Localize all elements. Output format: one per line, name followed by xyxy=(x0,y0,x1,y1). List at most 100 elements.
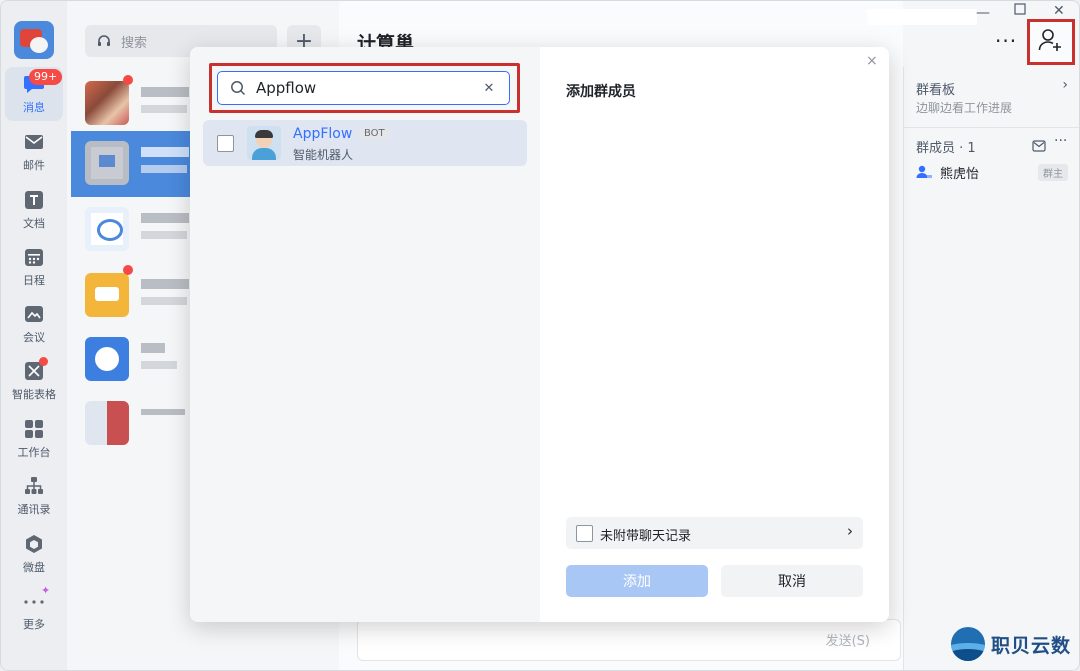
chat-avatar xyxy=(85,141,129,185)
dialog-search-pane: ✕ AppFlow BOT 智能机器人 xyxy=(190,47,540,622)
user-avatar[interactable] xyxy=(14,21,54,59)
group-board-subtitle: 边聊边看工作进展 xyxy=(916,101,1013,115)
member-search-input[interactable] xyxy=(254,78,479,98)
rail-label: 邮件 xyxy=(23,159,45,172)
rail-label: 文档 xyxy=(23,217,45,230)
rail-item-messages[interactable]: 消息 99+ xyxy=(5,67,63,121)
chat-preview-redacted xyxy=(141,165,187,173)
rail-item-contacts[interactable]: 通讯录 xyxy=(5,469,63,523)
chat-preview-redacted xyxy=(141,297,187,305)
document-icon xyxy=(23,189,45,211)
notification-dot xyxy=(123,75,133,85)
member-name[interactable]: 熊虎怡 xyxy=(940,163,979,182)
add-button[interactable]: 添加 xyxy=(566,565,708,597)
search-placeholder: 搜索 xyxy=(121,35,148,51)
chat-avatar xyxy=(85,81,129,125)
chevron-right-icon[interactable]: › xyxy=(847,522,853,540)
attach-history-label: 未附带聊天记录 xyxy=(600,529,692,544)
add-member-dialog: ✕ AppFlow BOT 智能机器人 添加群成员 未附带聊天记录 › 添加 取… xyxy=(190,47,889,622)
chat-preview-redacted xyxy=(141,361,177,369)
chat-preview-redacted xyxy=(141,231,187,239)
chat-name-redacted xyxy=(141,213,189,223)
rail-item-docs[interactable]: 文档 xyxy=(5,183,63,237)
org-chart-icon xyxy=(23,475,45,497)
mail-icon xyxy=(23,131,45,153)
owner-badge: 群主 xyxy=(1038,164,1068,181)
rail-item-mail[interactable]: 邮件 xyxy=(5,125,63,179)
headset-icon xyxy=(97,35,111,47)
rail-label: 工作台 xyxy=(17,446,51,459)
chat-more-button[interactable]: ··· xyxy=(995,29,1017,53)
notification-dot xyxy=(123,265,133,275)
rail-label: 智能表格 xyxy=(12,388,56,401)
rail-label: 通讯录 xyxy=(17,503,51,516)
dialog-selected-pane: 添加群成员 未附带聊天记录 › 添加 取消 xyxy=(540,47,889,622)
chat-name-redacted xyxy=(141,87,189,97)
smart-sheet-icon xyxy=(23,357,48,382)
rail-label: 微盘 xyxy=(23,561,45,574)
meeting-icon xyxy=(23,303,45,325)
chat-name-redacted xyxy=(141,343,165,353)
grid-icon xyxy=(23,418,45,440)
calendar-icon xyxy=(23,246,45,268)
chat-name-redacted xyxy=(141,409,185,415)
result-name: AppFlow xyxy=(293,126,353,142)
watermark: 职贝云数 xyxy=(951,627,1071,661)
chat-name-redacted xyxy=(141,279,189,289)
add-member-button[interactable] xyxy=(1027,19,1075,65)
rail-label: 会议 xyxy=(23,331,45,344)
rail-item-more[interactable]: ✦ 更多 xyxy=(5,584,63,638)
members-more-button[interactable]: ··· xyxy=(1054,133,1067,149)
message-input[interactable]: 发送(S) xyxy=(357,619,901,661)
result-description: 智能机器人 xyxy=(293,148,354,162)
notification-dot xyxy=(39,357,48,366)
mail-icon[interactable] xyxy=(1032,137,1046,152)
rail-item-workbench[interactable]: 工作台 xyxy=(5,412,63,466)
chat-avatar xyxy=(85,401,129,445)
watermark-logo xyxy=(951,627,985,661)
drive-icon xyxy=(23,533,45,555)
add-user-icon xyxy=(1038,28,1064,56)
result-checkbox[interactable] xyxy=(217,135,234,152)
chat-preview-redacted xyxy=(141,105,187,113)
bot-tag: BOT xyxy=(359,127,390,140)
rail-item-drive[interactable]: 微盘 xyxy=(5,527,63,581)
app-window: 消息 99+ 邮件 文档 日程 会议 智能表格 工作台 通讯录 微盘 ✦ 更多 … xyxy=(0,0,1080,671)
more-dots-icon: ✦ xyxy=(23,584,50,612)
chat-avatar xyxy=(85,337,129,381)
sparkle-icon: ✦ xyxy=(41,584,51,597)
watermark-text: 职贝云数 xyxy=(991,634,1072,657)
rail-item-smart-sheet[interactable]: 智能表格 xyxy=(5,354,63,408)
send-button[interactable]: 发送(S) xyxy=(826,630,870,649)
bot-avatar xyxy=(247,126,281,160)
chat-name-redacted xyxy=(141,147,189,157)
unread-badge: 99+ xyxy=(29,69,63,85)
search-icon xyxy=(230,80,246,96)
close-window-button[interactable]: ✕ xyxy=(1053,3,1065,19)
cancel-button[interactable]: 取消 xyxy=(721,565,863,597)
rail-label: 消息 xyxy=(23,101,45,114)
rail-label: 日程 xyxy=(23,274,45,287)
rail-item-meeting[interactable]: 会议 xyxy=(5,297,63,351)
user-icon xyxy=(916,164,932,178)
search-result-item[interactable]: AppFlow BOT 智能机器人 xyxy=(203,120,527,166)
chat-avatar xyxy=(85,207,129,251)
titlebar-redacted xyxy=(867,9,977,25)
minimize-button[interactable]: — xyxy=(976,5,990,21)
clear-search-icon[interactable]: ✕ xyxy=(479,81,499,96)
maximize-button[interactable] xyxy=(1014,3,1026,19)
group-board-title[interactable]: 群看板 xyxy=(916,79,955,98)
rail-label: 更多 xyxy=(23,618,45,631)
attach-history-checkbox[interactable] xyxy=(576,525,593,542)
close-dialog-icon[interactable]: × xyxy=(866,53,878,69)
group-members-label: 群成员 · 1 xyxy=(916,141,976,156)
chat-avatar xyxy=(85,273,129,317)
nav-rail: 消息 99+ 邮件 文档 日程 会议 智能表格 工作台 通讯录 微盘 ✦ 更多 xyxy=(1,1,68,670)
group-info-panel: 群看板 › 边聊边看工作进展 群成员 · 1 ··· 熊虎怡 群主 xyxy=(903,67,1079,670)
dialog-title: 添加群成员 xyxy=(566,84,636,100)
attach-history-option[interactable]: 未附带聊天记录 › xyxy=(566,517,863,549)
member-search-box[interactable]: ✕ xyxy=(217,71,510,105)
chevron-right-icon[interactable]: › xyxy=(1062,77,1068,93)
rail-item-calendar[interactable]: 日程 xyxy=(5,240,63,294)
divider xyxy=(904,127,1079,128)
